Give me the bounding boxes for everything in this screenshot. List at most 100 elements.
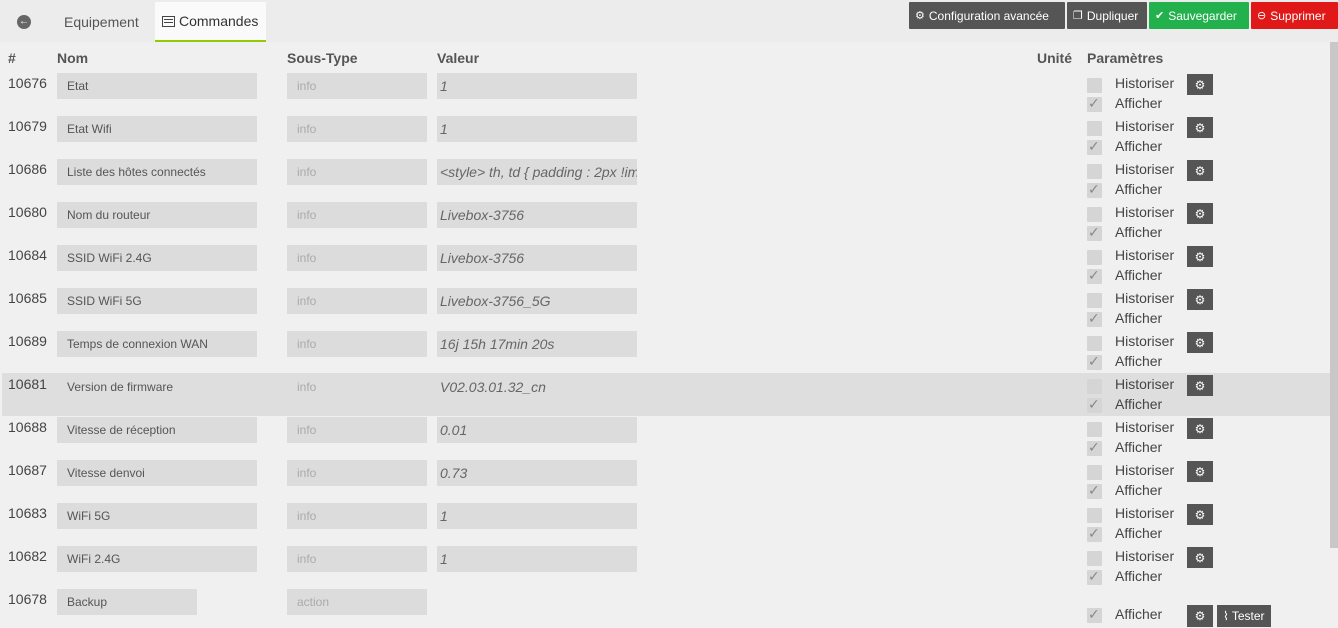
command-subtype-field[interactable]: info	[287, 116, 427, 142]
test-label: Tester	[1231, 609, 1265, 623]
command-name-input[interactable]: Nom du routeur	[57, 202, 257, 228]
display-checkbox[interactable]	[1087, 568, 1102, 585]
command-name-input[interactable]: SSID WiFi 2.4G	[57, 245, 257, 271]
command-name-input[interactable]: Liste des hôtes connectés	[57, 159, 257, 185]
command-subtype-field[interactable]: info	[287, 503, 427, 529]
display-checkbox[interactable]	[1087, 310, 1102, 327]
display-checkbox[interactable]	[1087, 181, 1102, 198]
command-subtype-field[interactable]: info	[287, 417, 427, 443]
historize-checkbox[interactable]	[1087, 508, 1102, 523]
command-name-input[interactable]: WiFi 5G	[57, 503, 257, 529]
historize-checkbox[interactable]	[1087, 207, 1102, 222]
duplicate-button[interactable]: ❐ Dupliquer	[1067, 2, 1147, 29]
arrow-left-icon: ←	[17, 15, 31, 29]
command-config-button[interactable]: ⚙	[1187, 547, 1213, 568]
header-value: Valeur	[437, 50, 480, 66]
header-num: #	[8, 50, 16, 66]
command-name-input[interactable]: Etat Wifi	[57, 116, 257, 142]
duplicate-label: Dupliquer	[1086, 8, 1139, 23]
command-name-input[interactable]: Vitesse denvoi	[57, 460, 257, 486]
display-label: Afficher	[1115, 353, 1163, 369]
historize-checkbox[interactable]	[1087, 422, 1102, 437]
table-row: 10688 Vitesse de réception info 0.01 Histori…	[2, 416, 1330, 459]
display-checkbox[interactable]	[1087, 267, 1102, 284]
command-name-input[interactable]: Etat	[57, 73, 257, 99]
cogs-icon: ⚙	[1194, 507, 1206, 522]
command-config-button[interactable]: ⚙	[1187, 461, 1213, 482]
command-name-input[interactable]: WiFi 2.4G	[57, 546, 257, 572]
command-id: 10683	[8, 505, 47, 521]
command-subtype-field[interactable]: info	[287, 159, 427, 185]
command-value-field: 0.01	[437, 417, 637, 443]
command-id: 10687	[8, 462, 47, 478]
command-config-button[interactable]: ⚙	[1187, 332, 1213, 353]
command-name-input[interactable]: Version de firmware	[57, 374, 257, 400]
command-subtype-field[interactable]: info	[287, 288, 427, 314]
command-config-button[interactable]: ⚙	[1187, 160, 1213, 181]
tab-commandes-label: Commandes	[179, 13, 259, 29]
command-config-button[interactable]: ⚙	[1187, 117, 1213, 138]
table-row: 10683 WiFi 5G info 1 Historiser ⚙ Afficher	[2, 502, 1330, 545]
back-button[interactable]: ←	[6, 4, 42, 40]
command-subtype-field[interactable]: action	[287, 589, 427, 615]
display-label: Afficher	[1115, 138, 1163, 154]
display-checkbox[interactable]	[1087, 138, 1102, 155]
historize-checkbox[interactable]	[1087, 250, 1102, 265]
command-subtype-field[interactable]: info	[287, 73, 427, 99]
command-name-input[interactable]: Vitesse de réception	[57, 417, 257, 443]
historize-checkbox[interactable]	[1087, 121, 1102, 136]
command-config-button[interactable]: ⚙	[1187, 605, 1213, 627]
command-name-input[interactable]: Backup	[57, 589, 197, 615]
rss-icon: ⌇	[1223, 609, 1229, 623]
delete-button[interactable]: ⊖ Supprimer	[1251, 2, 1338, 29]
command-subtype-field[interactable]: info	[287, 202, 427, 228]
display-checkbox[interactable]	[1087, 439, 1102, 456]
scrollbar[interactable]	[1330, 42, 1338, 548]
tab-commandes[interactable]: Commandes	[155, 2, 266, 42]
historize-checkbox[interactable]	[1087, 78, 1102, 93]
historize-label: Historiser	[1115, 419, 1175, 435]
historize-label: Historiser	[1115, 161, 1175, 177]
historize-checkbox[interactable]	[1087, 336, 1102, 351]
command-config-button[interactable]: ⚙	[1187, 289, 1213, 310]
command-subtype-field[interactable]: info	[287, 331, 427, 357]
command-subtype-field[interactable]: info	[287, 374, 427, 400]
command-config-button[interactable]: ⚙	[1187, 418, 1213, 439]
command-config-button[interactable]: ⚙	[1187, 246, 1213, 267]
table-row: 10679 Etat Wifi info 1 Historiser ⚙ Afficher	[2, 115, 1330, 158]
historize-checkbox[interactable]	[1087, 465, 1102, 480]
display-label: Afficher	[1115, 267, 1163, 283]
command-name-input[interactable]: Temps de connexion WAN	[57, 331, 257, 357]
historize-checkbox[interactable]	[1087, 164, 1102, 179]
historize-checkbox[interactable]	[1087, 293, 1102, 308]
cogs-icon: ⚙	[1194, 120, 1206, 135]
command-config-button[interactable]: ⚙	[1187, 74, 1213, 95]
display-checkbox[interactable]	[1087, 224, 1102, 241]
display-checkbox[interactable]	[1087, 353, 1102, 370]
command-value-field: Livebox-3756_5G	[437, 288, 637, 314]
advanced-config-label: Configuration avancée	[928, 8, 1049, 23]
display-checkbox[interactable]	[1087, 95, 1102, 112]
command-subtype-field[interactable]: info	[287, 546, 427, 572]
display-label: Afficher	[1115, 95, 1163, 111]
command-id: 10681	[8, 376, 47, 392]
historize-label: Historiser	[1115, 376, 1175, 392]
save-button[interactable]: ✔ Sauvegarder	[1149, 2, 1249, 29]
historize-checkbox[interactable]	[1087, 551, 1102, 566]
historize-checkbox[interactable]	[1087, 379, 1102, 394]
display-checkbox[interactable]	[1087, 525, 1102, 542]
display-checkbox[interactable]	[1087, 606, 1102, 623]
historize-label: Historiser	[1115, 333, 1175, 349]
command-config-button[interactable]: ⚙	[1187, 203, 1213, 224]
command-subtype-field[interactable]: info	[287, 460, 427, 486]
command-config-button[interactable]: ⚙	[1187, 375, 1213, 396]
test-button[interactable]: ⌇ Tester	[1217, 605, 1271, 627]
command-name-input[interactable]: SSID WiFi 5G	[57, 288, 257, 314]
advanced-config-button[interactable]: ⚙ Configuration avancée	[909, 2, 1065, 29]
cogs-icon: ⚙	[1194, 609, 1206, 623]
display-checkbox[interactable]	[1087, 482, 1102, 499]
command-subtype-field[interactable]: info	[287, 245, 427, 271]
display-checkbox[interactable]	[1087, 396, 1102, 413]
tab-equipement[interactable]: Equipement	[48, 2, 155, 42]
command-config-button[interactable]: ⚙	[1187, 504, 1213, 525]
